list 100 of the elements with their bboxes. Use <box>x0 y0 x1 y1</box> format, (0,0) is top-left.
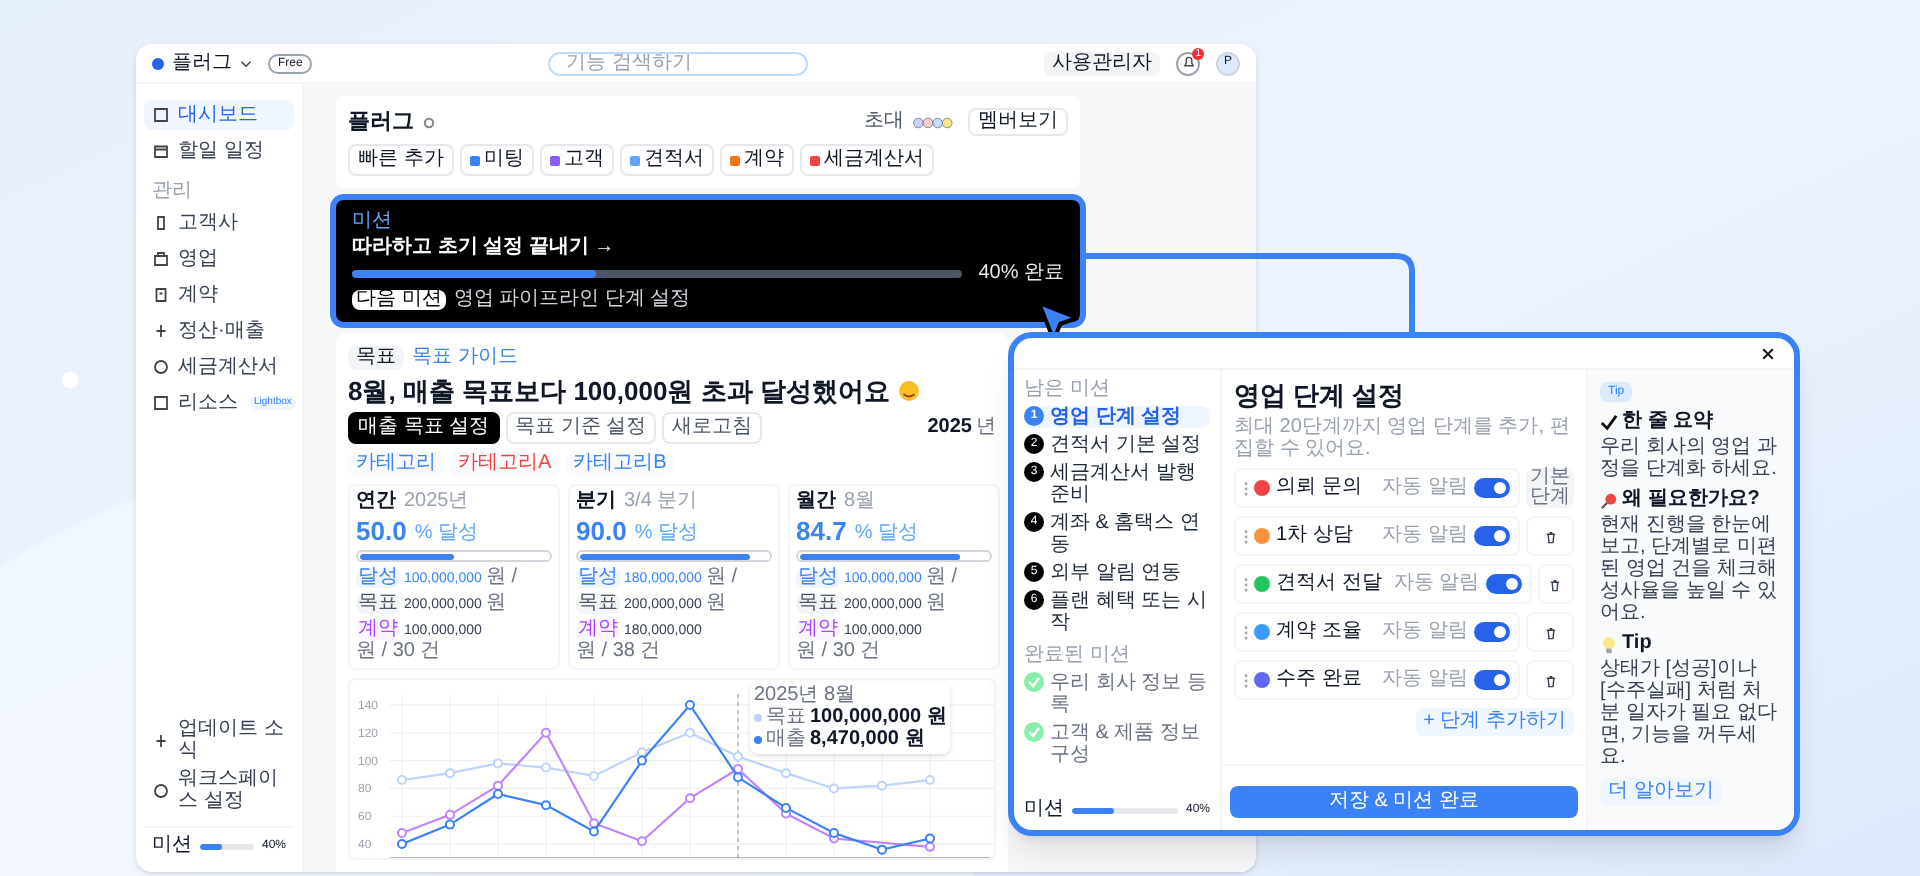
auto-alert-label: 자동 알림 <box>1382 526 1468 546</box>
completed-step: 우리 회사 정보 등록 <box>1050 672 1210 716</box>
stat-unit: 원 <box>485 594 506 614</box>
auto-alert-label: 자동 알림 <box>1382 622 1468 642</box>
goal-tag: 목표 <box>348 346 404 370</box>
card-unit: % 달성 <box>414 524 478 544</box>
stage-name: 견적서 전달 <box>1276 574 1382 594</box>
stat-unit: 원 / <box>485 568 517 588</box>
guide-link[interactable]: 목표 가이드 <box>412 348 518 368</box>
filter-chip[interactable]: 카테고리 <box>348 452 444 476</box>
section-label: 관리 <box>150 180 194 202</box>
stat-unit: 원 / 30 건 <box>796 642 881 662</box>
tooltip-label: 목표 <box>766 708 806 728</box>
sidebar-item[interactable]: 고객사 <box>144 208 246 238</box>
goal-headline: 8월, 매출 목표보다 100,000원 초과 달성했어요 <box>348 378 890 404</box>
card-value: 84.7 <box>796 518 847 544</box>
sidebar-item[interactable]: 대시보드 <box>144 100 294 130</box>
tip-heading: 한 줄 요약 <box>1622 412 1714 432</box>
stat-unit: 원 / <box>705 568 737 588</box>
card-unit: % 달성 <box>634 524 698 544</box>
stat-tag: 목표 <box>576 594 620 614</box>
sidebar-item[interactable]: 할일 일정 <box>144 136 294 166</box>
sidebar-item[interactable]: 계약 <box>144 280 226 310</box>
stat-tag: 달성 <box>796 568 840 588</box>
card-subtitle: 2025년 <box>404 492 469 512</box>
save-button[interactable]: 저장 & 미션 완료 <box>1230 786 1578 818</box>
auto-alert-label: 자동 알림 <box>1393 574 1480 594</box>
stat-unit: 원 <box>925 594 946 614</box>
card-value: 90.0 <box>576 518 627 544</box>
stat-unit: 원 <box>705 594 726 614</box>
workspace-switcher[interactable]: 플러그 <box>152 53 252 73</box>
dialog-subtitle: 최대 20단계까지 영업 단계를 추가, 편집할 수 있어요. <box>1234 416 1572 460</box>
section-label: 남은 미션 <box>1024 380 1112 400</box>
tip-text: 우리 회사의 영업 과정을 단계화 하세요. <box>1600 436 1779 480</box>
filter-chip[interactable]: 카테고리A <box>450 452 560 476</box>
tooltip-value: 100,000,000 원 <box>810 708 947 728</box>
quick-add-chip[interactable]: 세금계산서 <box>799 144 934 176</box>
invite-label: 초대 <box>864 112 904 132</box>
sidebar-item[interactable]: 영업 <box>144 244 226 274</box>
card-subtitle: 3/4 분기 <box>624 492 698 512</box>
stat-tag: 계약 <box>576 620 620 640</box>
auto-alert-label: 자동 알림 <box>1382 670 1468 690</box>
stage-name: 의뢰 문의 <box>1276 478 1362 498</box>
progress-percent: 40% 완료 <box>978 264 1064 284</box>
goal-button[interactable]: 목표 기준 설정 <box>505 412 657 444</box>
stat-unit: 원 / <box>925 568 957 588</box>
learn-more-button[interactable]: 더 알아보기 <box>1600 778 1722 806</box>
stat-tag: 달성 <box>356 568 400 588</box>
tip-heading: 왜 필요한가요? <box>1622 490 1760 510</box>
stat-tag: 계약 <box>796 620 840 640</box>
next-mission-text: 영업 파이프라인 단계 설정 <box>453 290 691 310</box>
sidebar-item[interactable]: 업데이트 소식 <box>144 718 294 762</box>
sidebar-item[interactable]: 워크스페이스 설정 <box>144 768 294 812</box>
stat-tag: 목표 <box>356 594 400 614</box>
quick-add-chip[interactable]: 견적서 <box>619 144 714 176</box>
stage-name: 수주 완료 <box>1276 670 1362 690</box>
tip-heading: Tip <box>1622 634 1652 654</box>
auto-alert-label: 자동 알림 <box>1382 478 1468 498</box>
card-unit: % 달성 <box>854 524 918 544</box>
stat-unit: 원 / 38 건 <box>576 642 661 662</box>
sidebar-item[interactable]: 리소스 <box>144 388 246 418</box>
quick-add-chip[interactable]: 계약 <box>719 144 794 176</box>
workspace-title: 플러그 <box>348 111 414 133</box>
sidebar-item[interactable]: 정산·매출 <box>144 316 273 346</box>
tooltip-label: 매출 <box>766 730 806 750</box>
completed-step: 고객 & 제품 정보 구성 <box>1050 722 1210 766</box>
search-field[interactable]: 기능 검색하기 <box>548 51 809 75</box>
admin-button[interactable]: 사용관리자 <box>1044 51 1160 75</box>
mission-label: 미션 <box>1024 800 1064 820</box>
stat-tag: 목표 <box>796 594 840 614</box>
next-mission-badge: 다음 미션 <box>352 290 446 310</box>
tip-text: 현재 진행을 한눈에보고, 단계별로 미편된 영업 건을 체크해 성사율을 높일 수 있어요. <box>1600 514 1779 624</box>
card-value: 50.0 <box>356 518 407 544</box>
mission-title: 따라하고 초기 설정 끝내기 → <box>352 238 617 258</box>
dialog-title: 영업 단계 설정 <box>1234 382 1407 408</box>
year-select[interactable]: 2025 년 <box>927 418 996 438</box>
card-title: 분기 <box>576 492 616 512</box>
card-subtitle: 8월 <box>844 492 876 512</box>
stat-tag: 달성 <box>576 568 620 588</box>
tooltip-value: 8,470,000 원 <box>810 730 925 750</box>
section-label: 완료된 미션 <box>1024 646 1132 666</box>
mission-label: 미션 <box>152 836 192 856</box>
goal-button[interactable]: 새로고침 <box>662 412 763 444</box>
goal-button[interactable]: 매출 목표 설정 <box>348 412 500 444</box>
filter-chip[interactable]: 카테고리B <box>565 452 675 476</box>
card-title: 연간 <box>356 492 396 512</box>
mission-tag: 미션 <box>352 212 1064 232</box>
quick-add-chip[interactable]: 고객 <box>539 144 614 176</box>
quick-add-button[interactable]: 빠른 추가 <box>348 144 454 176</box>
stage-name: 1차 상담 <box>1276 526 1353 546</box>
quick-add-chip[interactable]: 미팅 <box>459 144 534 176</box>
stat-unit: 원 / 30 건 <box>356 642 441 662</box>
card-title: 월간 <box>796 492 836 512</box>
stat-tag: 계약 <box>356 620 400 640</box>
mission-banner[interactable]: 미션 따라하고 초기 설정 끝내기 → 40% 완료 다음 미션 영업 파이프라인 단계 설정 <box>336 200 1080 322</box>
members-button[interactable]: 멤버보기 <box>968 108 1068 136</box>
stage-name: 계약 조율 <box>1276 622 1362 642</box>
tooltip-title: 2025년 8월 <box>754 686 858 706</box>
default-stage-label: 기본단계 <box>1526 468 1574 508</box>
sidebar-item[interactable]: 세금계산서 <box>144 352 286 382</box>
